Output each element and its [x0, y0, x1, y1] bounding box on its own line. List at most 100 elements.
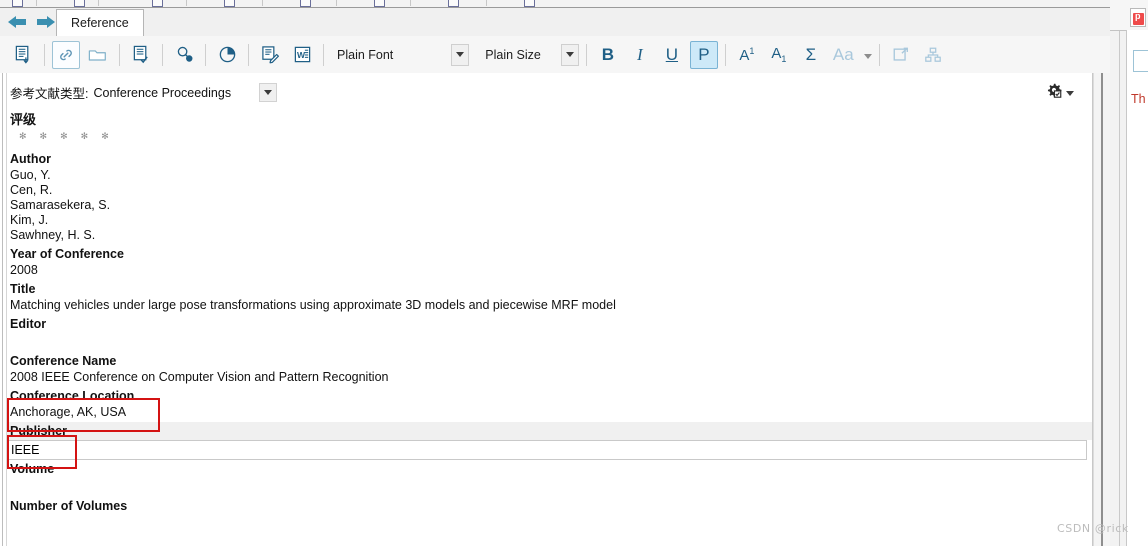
sigma-icon: Σ	[805, 45, 817, 64]
bold-label: B	[601, 45, 615, 64]
panel-options-chevron-down-icon[interactable]	[1066, 85, 1074, 99]
pdf-icon[interactable]	[1130, 8, 1146, 27]
navigation-buttons	[6, 12, 57, 32]
superscript-button[interactable]: A1	[733, 41, 761, 69]
reference-type-chevron-down-icon[interactable]	[259, 83, 278, 102]
reference-field-row: Publisher IEEE	[7, 422, 1092, 460]
field-label: Title	[10, 282, 36, 296]
adjacent-panel-text: Th	[1131, 92, 1146, 106]
back-button[interactable]	[6, 12, 28, 32]
reference-field-row: Editor	[7, 315, 1092, 352]
field-value[interactable]: Matching vehicles under large pose trans…	[7, 298, 1092, 315]
edit-note-icon[interactable]	[256, 41, 284, 69]
font-family-label: Plain Font	[337, 47, 394, 62]
rating-stars[interactable]: ✻ ✻ ✻ ✻ ✻	[19, 132, 1092, 141]
field-label: Conference Name	[10, 354, 117, 368]
new-reference-icon[interactable]	[9, 41, 37, 69]
rating-star[interactable]: ✻	[60, 132, 68, 141]
field-value[interactable]: Anchorage, AK, USA	[7, 405, 1092, 422]
bold-button[interactable]: B	[594, 41, 622, 69]
field-value[interactable]	[7, 478, 1092, 497]
gear-icon	[1045, 81, 1063, 102]
underline-button[interactable]: U	[658, 41, 686, 69]
adjacent-panel-field[interactable]	[1133, 50, 1148, 72]
field-value-line: Cen, R.	[10, 183, 53, 197]
field-value-line: Sawhney, H. S.	[10, 228, 96, 242]
field-value[interactable]	[7, 515, 1092, 534]
field-value[interactable]: Guo, Y. Cen, R. Samarasekera, S. Kim, J. Saw…	[7, 168, 1092, 245]
panel-options-button[interactable]	[1045, 81, 1074, 102]
reference-field-row: Year of Conference 2008	[7, 245, 1092, 280]
reference-detail-panel: 参考文献类型: Conference Proceedings 评级 ✻ ✻ ✻ …	[0, 73, 1093, 546]
reference-type-label: 参考文献类型:	[10, 87, 89, 101]
chart-icon[interactable]	[213, 41, 241, 69]
subscript-button[interactable]: A1	[765, 41, 793, 69]
rating-star[interactable]: ✻	[101, 132, 109, 141]
font-family-chevron-down-icon[interactable]	[451, 43, 470, 66]
font-size-label: Plain Size	[485, 47, 541, 62]
tab-bar: Reference	[0, 8, 1148, 37]
field-label: Conference Location	[10, 389, 135, 403]
find-reference-updates-icon[interactable]	[170, 41, 198, 69]
italic-button[interactable]: I	[626, 41, 654, 69]
edit-reference-icon[interactable]	[127, 41, 155, 69]
endnote-reference-editor: Reference W Plain Font Plain Size B I U …	[0, 0, 1148, 546]
forward-button[interactable]	[35, 12, 57, 32]
rating-star[interactable]: ✻	[81, 132, 89, 141]
expand-window-icon[interactable]	[887, 41, 915, 69]
reference-field-row: Conference Location Anchorage, AK, USA	[7, 387, 1092, 422]
field-value-line: 2008	[10, 263, 38, 277]
word-export-icon[interactable]: W	[288, 41, 316, 69]
reference-field-row: Conference Name 2008 IEEE Conference on C…	[7, 352, 1092, 387]
field-label: Volume	[10, 462, 55, 476]
hierarchy-icon[interactable]	[919, 41, 947, 69]
subscript-label: A1	[771, 45, 787, 64]
field-label: Publisher	[7, 422, 1092, 440]
superscript-label: A1	[739, 45, 755, 64]
open-folder-icon[interactable]	[84, 41, 112, 69]
reference-type-value: Conference Proceedings	[93, 85, 232, 100]
watermark: CSDN @rick	[1057, 522, 1129, 535]
tab-reference-label: Reference	[71, 16, 129, 30]
cropped-top-toolbar	[0, 0, 1148, 8]
field-value[interactable]	[7, 333, 1092, 352]
tab-reference[interactable]: Reference	[56, 9, 144, 36]
reference-field-row: Author Guo, Y. Cen, R. Samarasekera, S. Kim,…	[7, 150, 1092, 245]
reference-type-row: 参考文献类型: Conference Proceedings	[10, 83, 278, 102]
rating-star[interactable]: ✻	[19, 132, 27, 141]
font-size-chevron-down-icon[interactable]	[560, 43, 579, 66]
field-value-line: Guo, Y.	[10, 168, 51, 182]
rating-star[interactable]: ✻	[40, 132, 48, 141]
plain-text-label: P	[698, 45, 710, 64]
plain-text-button[interactable]: P	[689, 40, 718, 69]
field-value-line: Kim, J.	[10, 213, 49, 227]
underline-label: U	[665, 45, 679, 64]
svg-text:W: W	[296, 50, 305, 60]
field-label: Number of Volumes	[10, 499, 128, 513]
field-value-input[interactable]: IEEE	[7, 440, 1087, 460]
rating-heading: 评级	[10, 112, 37, 127]
field-label: Editor	[10, 317, 47, 331]
reference-fields: 评级 ✻ ✻ ✻ ✻ ✻ Author Guo, Y. Cen, R. Samaras…	[7, 109, 1092, 534]
font-family-combo[interactable]: Plain Font	[331, 43, 470, 66]
panel-left-rail	[0, 73, 7, 546]
field-value-line: Anchorage, AK, USA	[10, 405, 127, 419]
field-value-line: Samarasekera, S.	[10, 198, 111, 212]
field-value[interactable]: 2008	[7, 263, 1092, 280]
italic-label: I	[637, 45, 643, 64]
font-size-combo[interactable]: Plain Size	[479, 43, 579, 66]
reference-field-row: Number of Volumes	[7, 497, 1092, 534]
vertical-scrollbar[interactable]	[1093, 73, 1111, 546]
field-value-line: Matching vehicles under large pose trans…	[10, 298, 616, 312]
field-value[interactable]: 2008 IEEE Conference on Computer Vision …	[7, 370, 1092, 387]
reference-field-row: Title Matching vehicles under large pose …	[7, 280, 1092, 315]
reference-toolbar: W Plain Font Plain Size B I U P A1 A1 Σ …	[0, 36, 1148, 74]
insert-symbol-button[interactable]: Σ	[797, 41, 825, 69]
attach-link-icon[interactable]	[52, 40, 80, 69]
change-case-combo[interactable]: Aa	[829, 44, 872, 66]
change-case-label: Aa	[832, 45, 854, 64]
field-value-line: 2008 IEEE Conference on Computer Vision …	[10, 370, 389, 384]
change-case-chevron-down-icon[interactable]	[863, 48, 872, 62]
adjacent-panel: Th	[1110, 0, 1148, 546]
reference-field-row: Volume	[7, 460, 1092, 497]
